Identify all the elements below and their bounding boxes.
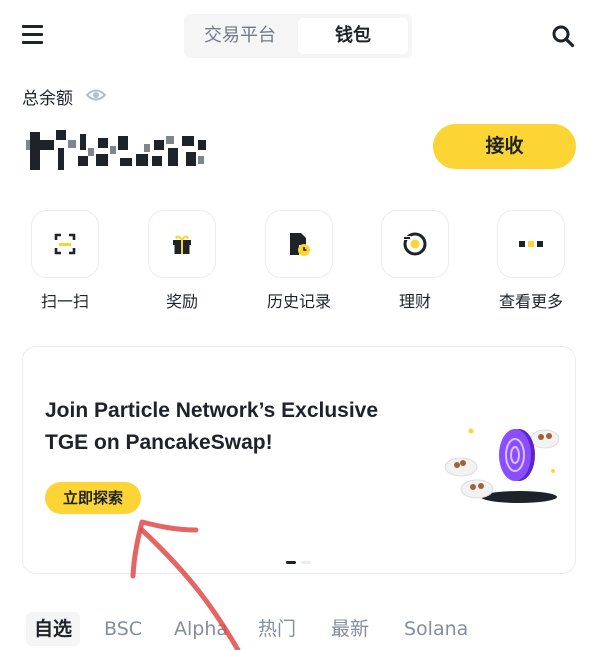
promo-banner[interactable]: Join Particle Network’s Exclusive TGE on… [22,346,576,574]
more-icon [519,241,543,247]
carousel-dot[interactable] [301,561,311,564]
more-button[interactable] [497,210,565,278]
tab-favorites[interactable]: 自选 [26,612,81,646]
quick-action-label: 扫一扫 [40,292,89,311]
menu-bar [22,25,43,28]
quick-action-label: 奖励 [165,292,198,311]
scan-button[interactable] [31,210,99,278]
quick-action-label: 理财 [398,292,431,311]
banner-title-line: TGE on PancakeSwap! [45,431,273,454]
quick-action-rewards[interactable]: 奖励 [147,210,217,312]
quick-action-scan[interactable]: 扫一扫 [30,210,100,312]
tab-bsc[interactable]: BSC [104,612,142,646]
earn-icon [403,232,427,256]
carousel-dot-active[interactable] [286,561,296,564]
balance-value-pixelated [26,126,206,174]
tab-hot[interactable]: 热门 [258,612,296,646]
history-icon [290,233,310,256]
tab-new[interactable]: 最新 [331,612,369,646]
earn-button[interactable] [381,210,449,278]
receive-button[interactable]: 接收 [433,124,576,169]
gift-icon [173,235,191,254]
banner-title-line: Join Particle Network’s Exclusive [45,399,379,422]
search-icon[interactable] [551,24,575,48]
quick-action-history[interactable]: 历史记录 [264,210,334,312]
banner-title: Join Particle Network’s Exclusive TGE on… [45,395,425,459]
tab-alpha[interactable]: Alpha [174,612,228,646]
top-segmented-control: 交易平台 钱包 [184,14,412,58]
quick-action-label: 历史记录 [266,292,331,311]
tab-wallet[interactable]: 钱包 [298,18,408,54]
quick-action-more[interactable]: 查看更多 [496,210,566,312]
rewards-button[interactable] [148,210,216,278]
total-balance-label: 总余额 [22,89,73,109]
history-button[interactable] [265,210,333,278]
explore-now-button[interactable]: 立即探索 [45,482,141,514]
menu-bar [22,33,43,36]
quick-action-earn[interactable]: 理财 [380,210,450,312]
eye-icon[interactable] [85,87,107,103]
tab-solana[interactable]: Solana [404,612,468,646]
tab-exchange[interactable]: 交易平台 [184,14,296,58]
hamburger-menu-icon[interactable] [22,25,43,44]
quick-action-label: 查看更多 [498,292,563,311]
particle-coin-illustration [444,428,560,503]
menu-bar [22,41,43,44]
scan-icon [54,233,76,255]
